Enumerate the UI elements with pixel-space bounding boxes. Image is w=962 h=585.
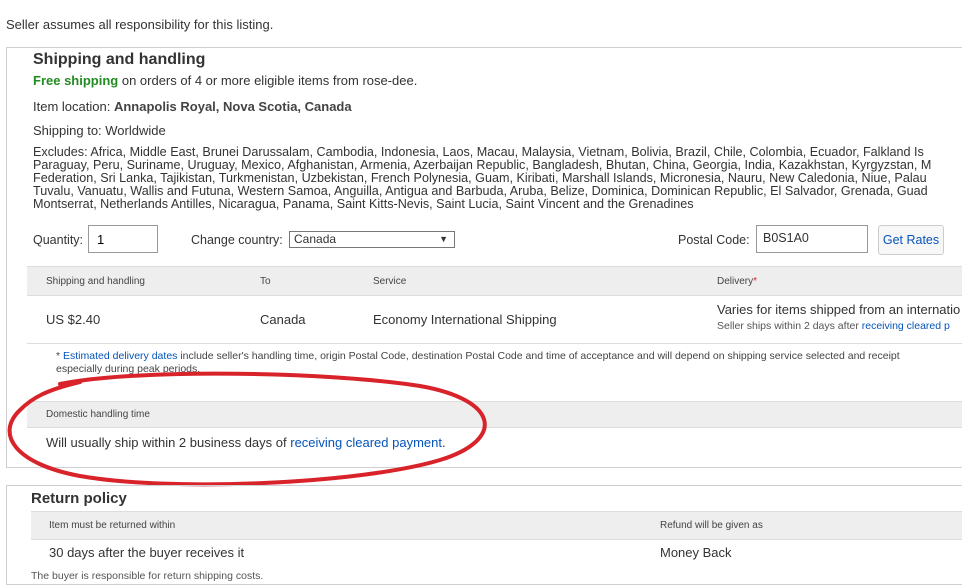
estimated-delivery-dates-link[interactable]: Estimated delivery dates (63, 350, 177, 362)
receiving-cleared-payment-link[interactable]: receiving cleared p (862, 320, 950, 332)
handling-time-header-bar (27, 401, 962, 428)
item-location: Item location: Annapolis Royal, Nova Sco… (33, 99, 352, 114)
row-divider (27, 343, 962, 344)
refund-value: Money Back (660, 545, 732, 560)
handling-time-text: Will usually ship within 2 business days… (46, 435, 446, 450)
delivery-asterisk: * (753, 276, 758, 287)
free-shipping-label: Free shipping (33, 73, 119, 88)
ship-to-country: Canada (260, 312, 306, 327)
shipping-section-title: Shipping and handling (33, 51, 206, 68)
free-shipping-offer: Free shipping on orders of 4 or more eli… (33, 73, 417, 88)
note-asterisk: * (56, 350, 64, 362)
column-return-within: Item must be returned within (49, 520, 176, 531)
handling-cleared-payment-link[interactable]: receiving cleared payment (290, 435, 442, 450)
return-within-value: 30 days after the buyer receives it (49, 545, 245, 560)
dropdown-arrow-icon: ▼ (439, 234, 448, 244)
handling-time-label: Will usually ship within 2 business days… (46, 435, 291, 450)
quantity-label: Quantity: (33, 233, 84, 247)
item-location-label: Item location: (33, 99, 114, 114)
postal-code-label: Postal Code: (678, 233, 750, 247)
delivery-subtext: Seller ships within 2 days after receivi… (717, 320, 950, 332)
excludes-line: Montserrat, Netherlands Antilles, Nicara… (33, 197, 694, 211)
shipping-cost: US $2.40 (46, 312, 101, 327)
country-select-value: Canada (294, 232, 337, 246)
delivery-estimate: Varies for items shipped from an interna… (717, 302, 961, 317)
column-service: Service (373, 276, 407, 287)
shipping-to: Shipping to: Worldwide (33, 123, 166, 138)
column-delivery: Delivery* (717, 276, 757, 287)
rates-table-header (27, 266, 962, 296)
estimated-delivery-note: * Estimated delivery dates include selle… (56, 350, 900, 376)
quantity-input[interactable] (88, 225, 158, 253)
seller-responsibility-notice: Seller assumes all responsibility for th… (6, 17, 274, 32)
return-shipping-note: The buyer is responsible for return ship… (31, 570, 264, 582)
country-select[interactable]: Canada ▼ (289, 231, 455, 248)
column-refund: Refund will be given as (660, 520, 763, 531)
excluded-locations: Excludes: Africa, Middle East, Brunei Da… (33, 146, 962, 211)
get-rates-button[interactable]: Get Rates (878, 225, 944, 255)
handling-time-header: Domestic handling time (46, 409, 150, 420)
handling-time-end: . (441, 435, 446, 450)
free-shipping-detail: on orders of 4 or more eligible items fr… (118, 73, 418, 88)
item-location-value: Annapolis Royal, Nova Scotia, Canada (113, 99, 352, 114)
delivery-subtext-label: Seller ships within 2 days after (717, 320, 862, 332)
shipping-service: Economy International Shipping (373, 312, 557, 327)
postal-code-input[interactable]: B0S1A0 (756, 225, 868, 253)
column-delivery-label: Delivery (717, 276, 754, 287)
change-country-label: Change country: (191, 233, 283, 247)
column-to: To (260, 276, 271, 287)
note-text-line2: especially during peak periods. (56, 363, 201, 375)
column-shipping-handling: Shipping and handling (46, 276, 145, 287)
note-text: include seller's handling time, origin P… (177, 350, 900, 362)
return-policy-title: Return policy (31, 490, 127, 507)
